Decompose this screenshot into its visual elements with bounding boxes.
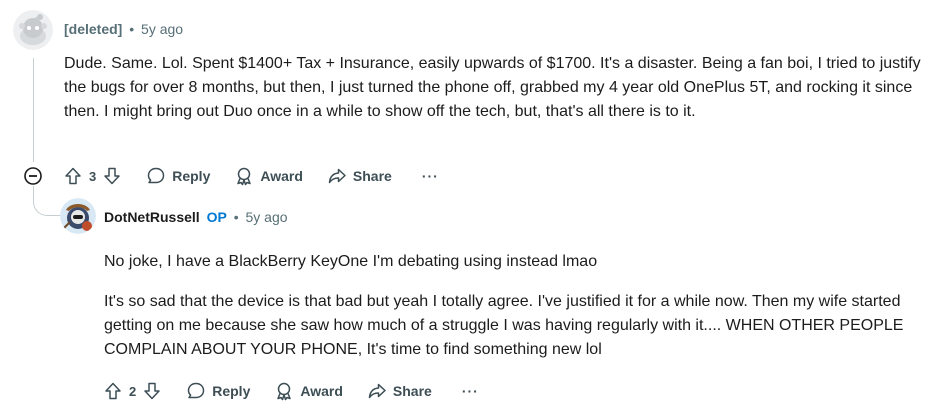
share-label: Share xyxy=(352,168,392,184)
reply-label: Reply xyxy=(172,168,211,184)
more-options-icon: ··· xyxy=(421,168,439,184)
reply-label: Reply xyxy=(212,383,251,399)
meta-separator: • xyxy=(129,21,135,37)
arrow-down-icon xyxy=(104,167,120,185)
award-label: Award xyxy=(300,383,343,399)
minus-circle-icon xyxy=(24,167,42,185)
award-label: Award xyxy=(260,168,303,184)
more-options-icon: ··· xyxy=(461,383,479,399)
upvote-button[interactable] xyxy=(54,160,87,192)
comment-paragraph: No joke, I have a BlackBerry KeyOne I'm … xyxy=(104,253,598,270)
speech-bubble-icon xyxy=(187,382,205,399)
meta-separator: • xyxy=(233,209,239,225)
reply-button[interactable]: Reply xyxy=(137,160,219,192)
comment-meta: DotNetRussell OP • 5y ago xyxy=(104,207,288,227)
share-button[interactable]: Share xyxy=(318,160,401,192)
comment-actions: 2 Reply Award Share ··· xyxy=(94,375,488,407)
downvote-button[interactable] xyxy=(98,160,131,192)
comment-actions: 3 Reply Award Share ··· xyxy=(54,160,448,192)
comment-body: No joke, I have a BlackBerry KeyOne I'm … xyxy=(104,250,934,362)
arrow-down-icon xyxy=(144,382,160,400)
downvote-button[interactable] xyxy=(138,375,171,407)
op-badge: OP xyxy=(206,209,227,225)
vote-count: 3 xyxy=(89,168,97,184)
award-button[interactable]: Award xyxy=(265,375,352,407)
avatar[interactable] xyxy=(60,198,96,234)
award-ribbon-icon xyxy=(237,167,252,186)
comment-timestamp[interactable]: 5y ago xyxy=(141,21,183,37)
thread-line xyxy=(33,58,34,162)
share-button[interactable]: Share xyxy=(358,375,441,407)
comment-author[interactable]: DotNetRussell xyxy=(104,209,200,225)
collapse-button[interactable] xyxy=(20,160,46,192)
speech-bubble-icon xyxy=(147,167,165,184)
upvote-button[interactable] xyxy=(94,375,127,407)
comment-paragraph: It's so sad that the device is that bad … xyxy=(104,293,904,358)
arrow-up-icon xyxy=(65,167,81,185)
more-options-button[interactable]: ··· xyxy=(413,160,448,192)
award-button[interactable]: Award xyxy=(225,160,312,192)
share-arrow-icon xyxy=(328,168,346,184)
award-ribbon-icon xyxy=(277,382,292,401)
arrow-up-icon xyxy=(105,382,121,400)
share-label: Share xyxy=(392,383,432,399)
comment-timestamp[interactable]: 5y ago xyxy=(246,209,288,225)
more-options-button[interactable]: ··· xyxy=(453,375,488,407)
avatar[interactable] xyxy=(13,10,53,50)
vote-count: 2 xyxy=(129,383,137,399)
comment-paragraph: Dude. Same. Lol. Spent $1400+ Tax + Insu… xyxy=(64,55,921,120)
reply-button[interactable]: Reply xyxy=(177,375,259,407)
comment-meta: [deleted] • 5y ago xyxy=(64,19,183,39)
comment-author[interactable]: [deleted] xyxy=(64,21,122,37)
comment-body: Dude. Same. Lol. Spent $1400+ Tax + Insu… xyxy=(64,52,924,124)
share-arrow-icon xyxy=(368,383,386,399)
